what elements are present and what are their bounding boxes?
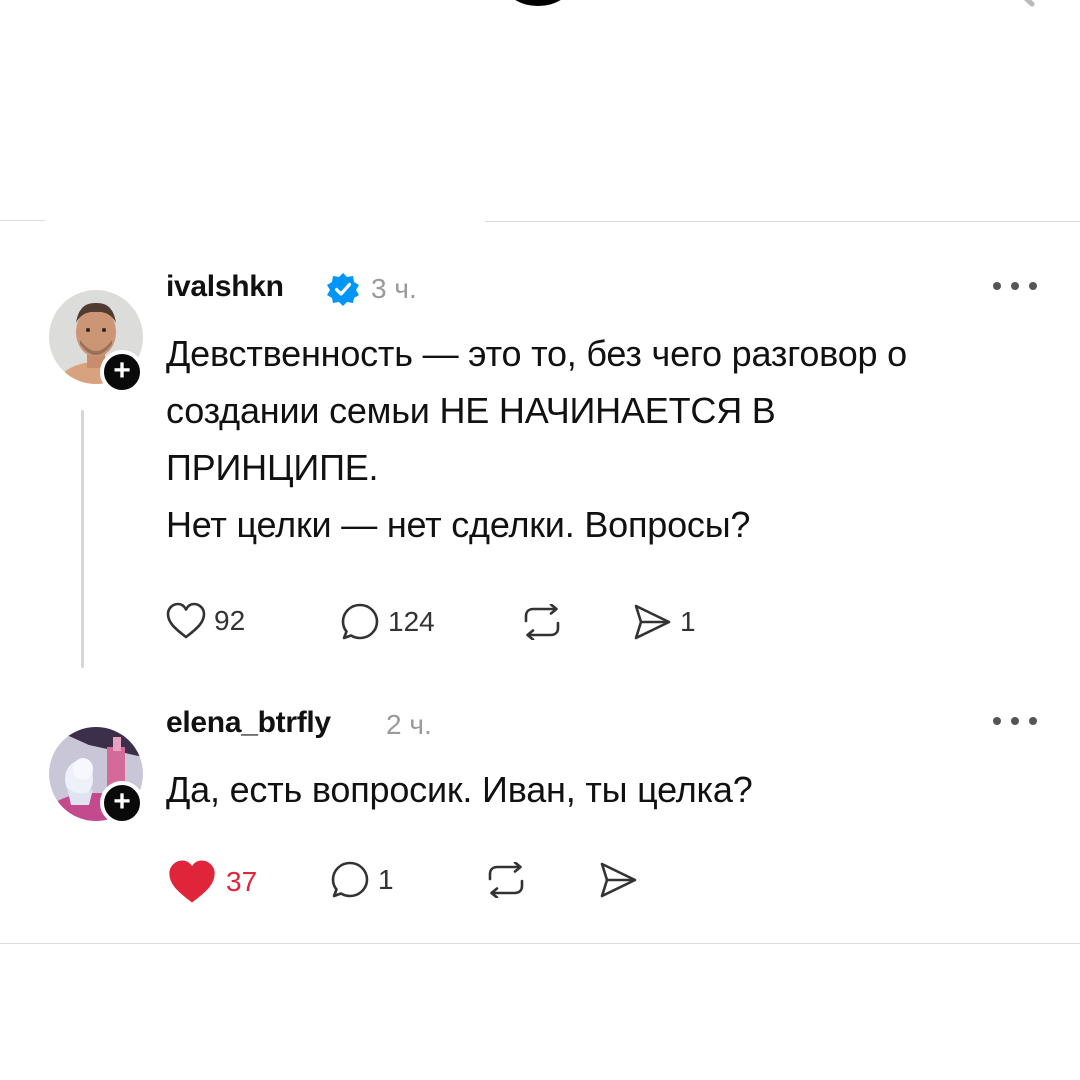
post-text: Девственность — это то, без чего разгово… [166, 325, 1046, 553]
post-time: 3 ч. [371, 273, 417, 304]
divider [485, 221, 1080, 222]
more-options-icon[interactable] [992, 281, 1038, 291]
reply-count: 1 [378, 864, 394, 895]
follow-button[interactable]: + [100, 781, 144, 825]
repost-button[interactable] [520, 604, 564, 640]
comment-icon [331, 861, 369, 898]
like-button[interactable]: 37 [166, 859, 257, 905]
send-icon [600, 862, 637, 898]
follow-button[interactable]: + [100, 350, 144, 394]
post-text: Да, есть вопросик. Иван, ты целка? [166, 761, 1046, 818]
share-count: 1 [680, 606, 696, 637]
post-time: 2 ч. [386, 709, 432, 740]
repost-button[interactable] [484, 862, 528, 898]
reply-count: 124 [388, 606, 435, 637]
heart-outline-icon [166, 602, 206, 639]
username[interactable]: elena_btrfly [166, 706, 331, 740]
like-count: 37 [226, 866, 258, 897]
post-text-line: Да, есть вопросик. Иван, ты целка? [166, 769, 753, 810]
thread-line [81, 410, 84, 668]
reply-button[interactable]: 124 [340, 602, 435, 642]
share-button[interactable] [598, 861, 638, 899]
post-text-line: ПРИНЦИПЕ. [166, 447, 379, 488]
repost-icon [488, 862, 524, 898]
post-text-line: Девственность — это то, без чего разгово… [166, 333, 907, 374]
like-button[interactable]: 92 [166, 602, 245, 640]
divider [0, 943, 1080, 944]
like-count: 92 [214, 605, 246, 636]
reply-button[interactable]: 1 [330, 860, 394, 900]
more-options-icon[interactable] [992, 716, 1038, 726]
post-text-line: Нет целки — нет сделки. Вопросы? [166, 504, 751, 545]
search-icon[interactable] [980, 0, 1040, 12]
threads-logo-icon[interactable] [497, 0, 579, 24]
divider [0, 220, 45, 221]
verified-badge-icon [327, 273, 359, 306]
heart-filled-icon [169, 860, 215, 903]
repost-icon [524, 604, 560, 640]
send-icon [634, 604, 671, 640]
username[interactable]: ivalshkn [166, 270, 284, 304]
comment-icon [341, 603, 379, 640]
share-button[interactable]: 1 [632, 603, 696, 641]
post-text-line: создании семьи НЕ НАЧИНАЕТСЯ В [166, 390, 776, 431]
